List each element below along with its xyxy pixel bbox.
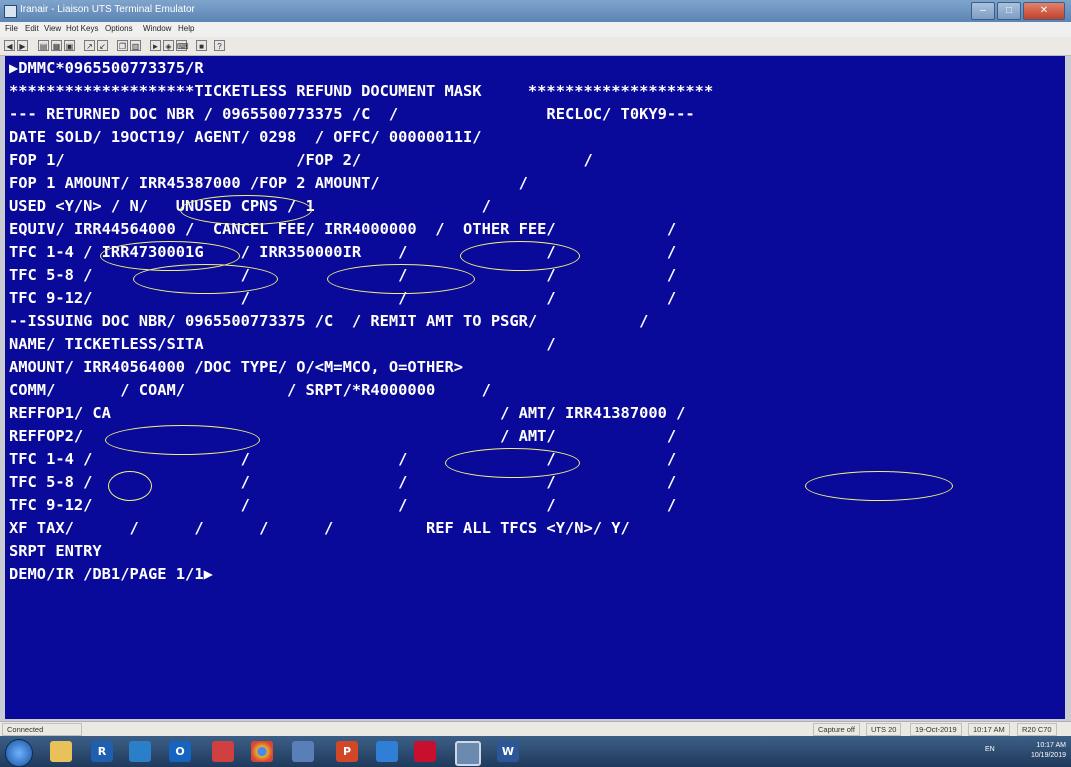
terminal-line: TFC 5-8 / / / / / [9,266,677,284]
print-icon[interactable]: ▤ [38,40,49,51]
terminal-line: NAME/ TICKETLESS/SITA / [9,335,556,353]
toolbar: ◀ ▶ ▤ ▦ ▣ ↗ ↙ ❐ ▥ ► ◈ ⌨ ■ ? [0,37,1071,56]
acrobat-icon[interactable] [414,741,436,762]
copy-icon[interactable]: ❐ [117,40,128,51]
chrome-icon[interactable] [251,741,273,762]
terminal-app-icon[interactable] [455,741,481,766]
language-indicator[interactable]: EN [985,746,995,753]
terminal-line: REFFOP1/ CA / AMT/ IRR41387000 / [9,404,686,422]
system-clock[interactable]: 10:17 AM 10/19/2019 [1031,741,1066,761]
app-icon[interactable] [4,5,17,18]
receive-icon[interactable]: ↙ [97,40,108,51]
media-icon[interactable] [129,741,151,762]
window-controls: – □ ✕ [969,2,1065,20]
terminal-line: USED <Y/N> / N/ UNUSED CPNS / 1 / [9,197,491,215]
send-icon[interactable]: ↗ [84,40,95,51]
back-icon[interactable]: ◀ [4,40,15,51]
powerpoint-icon[interactable]: P [336,741,358,762]
terminal-line: XF TAX/ / / / / REF ALL TFCS <Y/N>/ Y/ [9,519,630,537]
terminal-line: FOP 1 AMOUNT/ IRR45387000 /FOP 2 AMOUNT/… [9,174,528,192]
file-explorer-icon[interactable] [50,741,72,762]
camera-icon[interactable] [212,741,234,762]
save-icon[interactable]: ▣ [64,40,75,51]
menu-window[interactable]: Window [143,24,171,33]
title-bar: Iranair - Liaison UTS Terminal Emulator … [0,0,1071,22]
terminal-line: ▶DMMC*0965500773375/R [9,59,204,77]
maximize-button[interactable]: □ [997,2,1021,20]
menu-hot-keys[interactable]: Hot Keys [66,24,98,33]
outlook-icon[interactable]: O [169,741,191,762]
macro-icon[interactable]: ◈ [163,40,174,51]
highlight-refund-amt [805,471,953,501]
menu-help[interactable]: Help [178,24,194,33]
print-screen-icon[interactable]: ▦ [51,40,62,51]
settings-icon[interactable]: ■ [196,40,207,51]
status-bar: Connected Capture off UTS 20 19-Oct-2019… [0,721,1071,736]
status-session: UTS 20 [866,723,902,736]
run-icon[interactable]: ► [150,40,161,51]
word-icon[interactable]: W [497,741,519,762]
terminal-line: EQUIV/ IRR44564000 / CANCEL FEE/ IRR4000… [9,220,677,238]
terminal-line: ********************TICKETLESS REFUND DO… [9,82,714,100]
menu-edit[interactable]: Edit [25,24,39,33]
terminal-line: DATE SOLD/ 19OCT19/ AGENT/ 0298 / OFFC/ … [9,128,482,146]
terminal-line: SRPT ENTRY [9,542,102,560]
terminal-line: AMOUNT/ IRR40564000 /DOC TYPE/ O/<M=MCO,… [9,358,464,376]
taskbar: R O P W EN 10:17 AM 10/19/2019 [0,736,1071,767]
keyboard-icon[interactable]: ⌨ [176,40,189,51]
status-connection: Connected [2,723,82,736]
menu-file[interactable]: File [5,24,18,33]
window-title: Iranair - Liaison UTS Terminal Emulator [20,4,195,15]
terminal-line: TFC 5-8 / / / / / [9,473,677,491]
status-date: 19-Oct-2019 [910,723,962,736]
status-capture: Capture off [813,723,860,736]
terminal-line: TFC 9-12/ / / / / [9,289,677,307]
terminal-line: COMM/ / COAM/ / SRPT/*R4000000 / [9,381,491,399]
start-button[interactable] [5,739,33,767]
terminal-line: --ISSUING DOC NBR/ 0965500773375 /C / RE… [9,312,649,330]
terminal-line: TFC 1-4 / IRR4730001G / IRR350000IR / / … [9,243,677,261]
network-icon[interactable] [292,741,314,762]
help-icon[interactable]: ? [214,40,225,51]
close-button[interactable]: ✕ [1023,2,1065,20]
status-time: 10:17 AM [968,723,1010,736]
terminal-line: --- RETURNED DOC NBR / 0965500773375 /C … [9,105,695,123]
terminal-line: FOP 1/ /FOP 2/ / [9,151,593,169]
menu-view[interactable]: View [44,24,61,33]
terminal-line: TFC 1-4 / / / / / [9,450,677,468]
menu-bar: File Edit View Hot Keys Options Window H… [0,22,1071,37]
shield-icon[interactable] [376,741,398,762]
terminal-screen[interactable]: ▶DMMC*0965500773375/R ******************… [5,56,1065,719]
menu-options[interactable]: Options [105,24,133,33]
paste-icon[interactable]: ▥ [130,40,141,51]
forward-icon[interactable]: ▶ [17,40,28,51]
status-position: R20 C70 [1017,723,1057,736]
r-app-icon[interactable]: R [91,741,113,762]
terminal-line: TFC 9-12/ / / / / [9,496,677,514]
terminal-line: REFFOP2/ / AMT/ / [9,427,677,445]
clock-date: 10/19/2019 [1030,752,1066,759]
clock-time: 10:17 AM [1036,742,1066,749]
terminal-line: DEMO/IR /DB1/PAGE 1/1▶ [9,565,213,583]
minimize-button[interactable]: – [971,2,995,20]
